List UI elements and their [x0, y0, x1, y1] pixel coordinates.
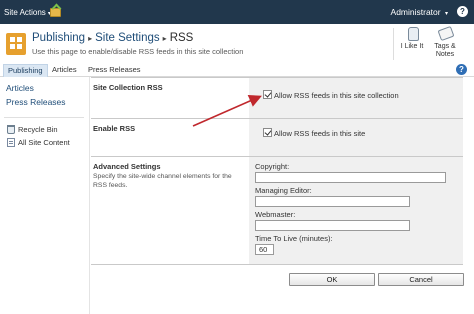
tag-icon [438, 26, 453, 41]
webmaster-input[interactable] [255, 220, 410, 231]
tab-publishing[interactable]: Publishing [3, 64, 48, 77]
time-to-live-input[interactable] [255, 244, 274, 255]
help-icon[interactable]: ? [456, 64, 467, 75]
toolbar-divider [393, 28, 394, 60]
time-to-live-label: Time To Live (minutes): [255, 234, 333, 243]
site-content-icon [7, 138, 15, 147]
managing-editor-input[interactable] [255, 196, 410, 207]
navigate-up-icon[interactable] [50, 8, 61, 17]
site-collection-rss-checkbox[interactable] [263, 90, 272, 99]
all-site-content-label: All Site Content [18, 138, 70, 147]
quick-launch: Articles Press Releases Recycle Bin All … [0, 77, 90, 314]
tags-notes-button[interactable]: Tags & Notes [430, 26, 460, 59]
copyright-input[interactable] [255, 172, 446, 183]
i-like-it-button[interactable]: I Like It [397, 26, 427, 51]
section-site-collection-rss: Site Collection RSS Allow RSS feeds in t… [91, 77, 463, 118]
chevron-down-icon: ▾ [444, 11, 448, 17]
breadcrumb-separator: ▸ [88, 34, 93, 43]
site-logo-icon[interactable] [6, 33, 26, 55]
recycle-bin-link[interactable]: Recycle Bin [7, 125, 58, 134]
section-title: Enable RSS [93, 124, 136, 133]
breadcrumb-publishing[interactable]: Publishing [32, 32, 85, 44]
section-title: Advanced Settings [93, 162, 161, 171]
section-description: Specify the site-wide channel elements f… [93, 173, 232, 189]
all-site-content-link[interactable]: All Site Content [7, 138, 70, 147]
main-content: Site Collection RSS Allow RSS feeds in t… [91, 77, 474, 314]
managing-editor-label: Managing Editor: [255, 186, 312, 195]
user-menu[interactable]: Administrator ▾ [391, 7, 448, 17]
enable-rss-label: Allow RSS feeds in this site [274, 129, 366, 138]
section-title: Site Collection RSS [93, 83, 163, 92]
recycle-bin-label: Recycle Bin [18, 125, 58, 134]
top-nav-bar: Publishing Articles Press Releases ? [0, 62, 474, 77]
quick-launch-divider [4, 117, 84, 118]
ok-button[interactable]: OK [289, 273, 375, 286]
breadcrumb-site-settings[interactable]: Site Settings [95, 32, 160, 44]
recycle-bin-icon [7, 125, 15, 134]
cancel-button[interactable]: Cancel [378, 273, 464, 286]
site-actions-menu[interactable]: Site Actions▾ [4, 8, 51, 17]
help-icon[interactable]: ? [457, 6, 468, 17]
tags-notes-label: Tags & Notes [434, 43, 456, 58]
copyright-label: Copyright: [255, 162, 290, 171]
section-advanced-settings: Advanced Settings Specify the site-wide … [91, 156, 463, 265]
quick-launch-articles[interactable]: Articles [6, 83, 34, 93]
section-enable-rss: Enable RSS Allow RSS feeds in this site [91, 118, 463, 156]
site-collection-rss-label: Allow RSS feeds in this site collection [274, 91, 399, 100]
page-description: Use this page to enable/disable RSS feed… [32, 47, 244, 56]
enable-rss-checkbox[interactable] [263, 128, 272, 137]
breadcrumb-current-page: RSS [169, 32, 194, 44]
i-like-it-label: I Like It [400, 43, 424, 50]
quick-launch-press-releases[interactable]: Press Releases [6, 97, 66, 107]
site-actions-label: Site Actions [4, 8, 46, 17]
breadcrumb: Publishing ▸ Site Settings ▸ RSS [32, 32, 193, 44]
user-name: Administrator [390, 7, 441, 17]
tab-press-releases[interactable]: Press Releases [84, 64, 145, 77]
thumbs-up-icon [405, 26, 420, 41]
tab-articles[interactable]: Articles [48, 64, 81, 77]
ribbon-top-bar: Site Actions▾ Administrator ▾ ? [0, 0, 474, 24]
webmaster-label: Webmaster: [255, 210, 296, 219]
breadcrumb-separator: ▸ [162, 34, 167, 43]
